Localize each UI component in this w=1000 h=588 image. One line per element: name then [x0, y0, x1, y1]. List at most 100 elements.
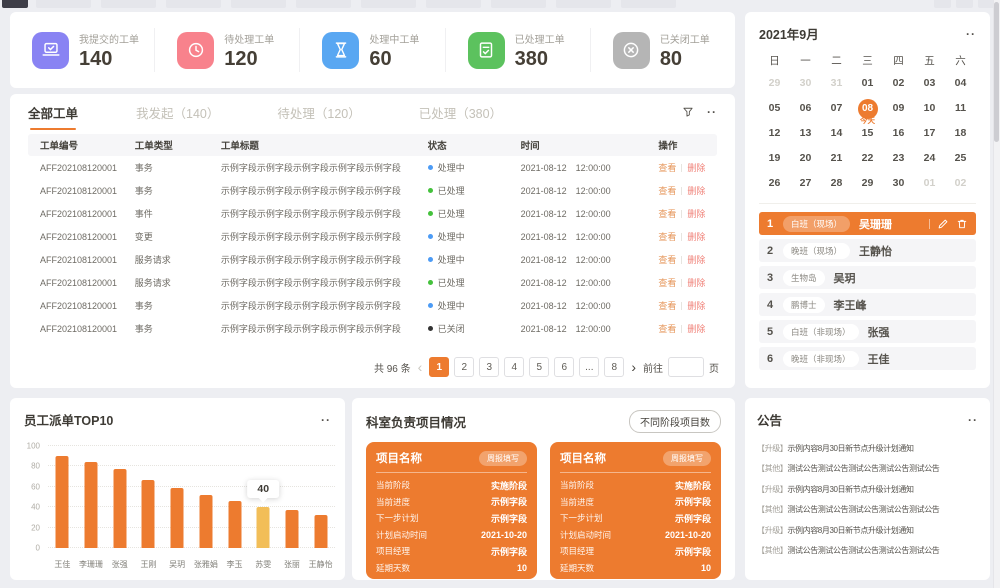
workorder-tab[interactable]: 已处理（380）: [419, 103, 502, 122]
calendar-day[interactable]: 04: [945, 71, 976, 96]
calendar-day[interactable]: 23: [883, 146, 914, 171]
shift-row[interactable]: 2晚班（现场）王静怡: [759, 239, 976, 262]
view-link[interactable]: 查看: [658, 299, 676, 312]
browser-tab[interactable]: [491, 0, 546, 8]
calendar-day[interactable]: 06: [790, 96, 821, 121]
page-button[interactable]: 5: [529, 357, 549, 377]
announcement-item[interactable]: 【升级】示例内容8月30日新节点升级计划通知: [757, 520, 978, 541]
page-button[interactable]: 1: [429, 357, 449, 377]
chart-more-icon[interactable]: ··: [321, 414, 331, 426]
view-link[interactable]: 查看: [658, 276, 676, 289]
announcement-item[interactable]: 【其他】测试公告测试公告测试公告测试公告测试公告: [757, 500, 978, 521]
delete-link[interactable]: 删除: [687, 322, 705, 335]
bar[interactable]: [199, 495, 212, 548]
edit-icon[interactable]: [937, 218, 949, 230]
announcement-item[interactable]: 【升级】示例内容8月30日新节点升级计划通知: [757, 479, 978, 500]
calendar-day[interactable]: 14: [821, 121, 852, 146]
calendar-day[interactable]: 29: [759, 71, 790, 96]
goto-page-input[interactable]: [668, 357, 704, 377]
filter-icon[interactable]: [682, 106, 694, 118]
calendar-day[interactable]: 01: [914, 171, 945, 196]
shift-row[interactable]: 3生物岛吴玥: [759, 266, 976, 289]
calendar-day[interactable]: 29: [852, 171, 883, 196]
delete-link[interactable]: 删除: [687, 207, 705, 220]
calendar-day[interactable]: 07: [821, 96, 852, 121]
browser-control[interactable]: [934, 0, 951, 8]
calendar-day[interactable]: 27: [790, 171, 821, 196]
delete-link[interactable]: 删除: [687, 276, 705, 289]
bar[interactable]: [142, 480, 155, 548]
calendar-day[interactable]: 18: [945, 121, 976, 146]
calendar-day[interactable]: 19: [759, 146, 790, 171]
browser-tab[interactable]: [361, 0, 416, 8]
calendar-day[interactable]: 20: [790, 146, 821, 171]
view-link[interactable]: 查看: [658, 230, 676, 243]
shift-row[interactable]: 5白班（非现场）张强: [759, 320, 976, 343]
delete-link[interactable]: 删除: [687, 161, 705, 174]
bar[interactable]: [85, 462, 98, 548]
page-button[interactable]: 3: [479, 357, 499, 377]
workorder-tab[interactable]: 我发起（140）: [136, 103, 219, 122]
calendar-day[interactable]: 02: [883, 71, 914, 96]
stage-count-button[interactable]: 不同阶段项目数: [629, 410, 721, 433]
scrollbar-thumb[interactable]: [994, 2, 999, 142]
bar[interactable]: [314, 515, 327, 548]
calendar-day[interactable]: 17: [914, 121, 945, 146]
bar[interactable]: [113, 469, 126, 548]
browser-tab[interactable]: [101, 0, 156, 8]
project-card[interactable]: 项目名称周报填写当前阶段实施阶段当前进度示例字段下一步计划示例字段计划启动时间2…: [366, 442, 537, 579]
calendar-day[interactable]: 11: [945, 96, 976, 121]
calendar-day[interactable]: 28: [821, 171, 852, 196]
browser-tab[interactable]: [166, 0, 221, 8]
calendar-day[interactable]: 02: [945, 171, 976, 196]
calendar-day[interactable]: 01: [852, 71, 883, 96]
calendar-day[interactable]: 31: [821, 71, 852, 96]
more-icon[interactable]: ··: [707, 106, 717, 118]
calendar-day[interactable]: 10: [914, 96, 945, 121]
calendar-day[interactable]: 09: [883, 96, 914, 121]
browser-tab[interactable]: [36, 0, 91, 8]
browser-tab[interactable]: [556, 0, 611, 8]
calendar-day[interactable]: 15: [852, 121, 883, 146]
workorder-tab[interactable]: 全部工单: [28, 103, 78, 122]
next-page-button[interactable]: ›: [629, 360, 638, 374]
calendar-more-icon[interactable]: ··: [966, 28, 976, 40]
project-card[interactable]: 项目名称周报填写当前阶段实施阶段当前进度示例字段下一步计划示例字段计划启动时间2…: [550, 442, 721, 579]
browser-tab[interactable]: [2, 0, 28, 8]
announcements-more-icon[interactable]: ··: [968, 414, 978, 426]
view-link[interactable]: 查看: [658, 161, 676, 174]
announcement-item[interactable]: 【其他】测试公告测试公告测试公告测试公告测试公告: [757, 541, 978, 562]
shift-row[interactable]: 6晚班（非现场）王佳: [759, 347, 976, 370]
delete-link[interactable]: 删除: [687, 230, 705, 243]
calendar-day[interactable]: 05: [759, 96, 790, 121]
browser-control[interactable]: [956, 0, 973, 8]
view-link[interactable]: 查看: [658, 322, 676, 335]
browser-tab[interactable]: [621, 0, 676, 8]
view-link[interactable]: 查看: [658, 253, 676, 266]
calendar-day[interactable]: 30: [790, 71, 821, 96]
page-button[interactable]: 8: [604, 357, 624, 377]
prev-page-button[interactable]: ‹: [416, 360, 425, 374]
calendar-day[interactable]: 12: [759, 121, 790, 146]
calendar-day[interactable]: 24: [914, 146, 945, 171]
calendar-day[interactable]: 26: [759, 171, 790, 196]
page-button[interactable]: 6: [554, 357, 574, 377]
browser-tab[interactable]: [426, 0, 481, 8]
page-button[interactable]: 4: [504, 357, 524, 377]
browser-tab[interactable]: [296, 0, 351, 8]
bar[interactable]: [228, 501, 241, 548]
calendar-day[interactable]: 08今天: [852, 96, 883, 121]
browser-tab[interactable]: [231, 0, 286, 8]
delete-link[interactable]: 删除: [687, 253, 705, 266]
shift-row[interactable]: 4鹏博士李王峰: [759, 293, 976, 316]
view-link[interactable]: 查看: [658, 207, 676, 220]
page-ellipsis[interactable]: ...: [579, 357, 599, 377]
bar[interactable]: [171, 488, 184, 548]
calendar-day[interactable]: 13: [790, 121, 821, 146]
calendar-day[interactable]: 16: [883, 121, 914, 146]
delete-link[interactable]: 删除: [687, 299, 705, 312]
delete-icon[interactable]: [956, 218, 968, 230]
announcement-item[interactable]: 【升级】示例内容8月30日新节点升级计划通知: [757, 438, 978, 459]
calendar-day[interactable]: 30: [883, 171, 914, 196]
calendar-day[interactable]: 03: [914, 71, 945, 96]
